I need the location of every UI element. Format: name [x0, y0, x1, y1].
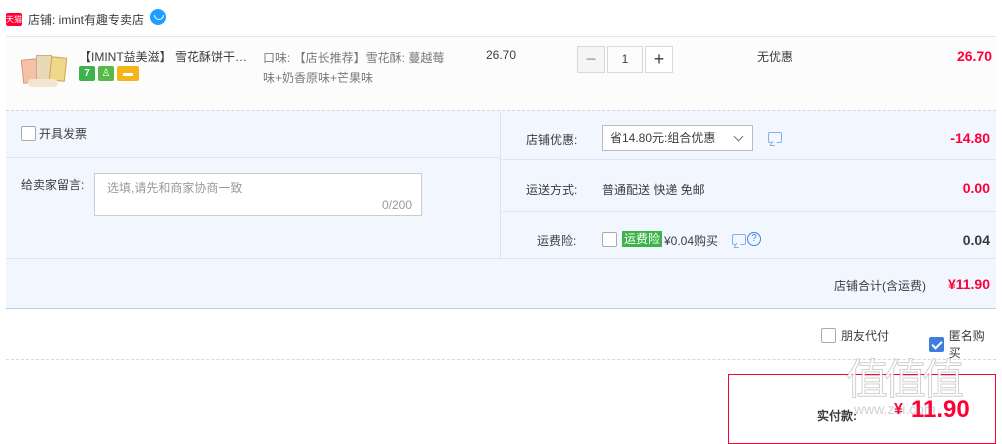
anonymous-option[interactable]: 匿名购买: [929, 327, 996, 361]
divider: [6, 258, 996, 259]
insurance-value: 0.04: [962, 232, 990, 248]
invoice-checkbox[interactable]: [21, 126, 36, 141]
increase-quantity-button[interactable]: +: [645, 46, 673, 73]
order-details-panel: 开具发票 给卖家留言: 选填,请先和商家协商一致 0/200 店铺优惠: 省14…: [6, 111, 996, 309]
insurance-label: 运费险:: [537, 234, 577, 248]
product-sku: 口味: 【店长推荐】雪花酥: 蔓越莓味+奶香原味+芒果味: [263, 51, 445, 85]
unit-price: 26.70: [486, 48, 517, 62]
comment-icon[interactable]: [732, 234, 746, 245]
divider: [500, 111, 501, 258]
item-discount: 无优惠: [757, 50, 794, 64]
shipping-label: 运送方式:: [526, 183, 578, 197]
invoice-label: 开具发票: [39, 127, 88, 141]
message-char-count: 0/200: [381, 198, 412, 212]
seller-message-input[interactable]: 选填,请先和商家协商一致 0/200: [94, 173, 422, 216]
shop-subtotal-value: ¥11.90: [947, 276, 990, 292]
seven-day-return-icon[interactable]: 7: [79, 66, 95, 81]
friend-pay-option[interactable]: 朋友代付: [821, 327, 889, 344]
payment-currency: ¥: [894, 401, 903, 418]
item-total-price: 26.70: [956, 48, 992, 64]
invoice-option[interactable]: 开具发票: [21, 125, 87, 142]
payment-label: 实付款:: [817, 409, 857, 423]
divider: [500, 159, 996, 160]
shop-header: 天猫 店铺: imint有趣专卖店: [6, 9, 167, 29]
message-placeholder: 选填,请先和商家协商一致: [107, 181, 243, 195]
shop-discount-select[interactable]: 省14.80元:组合优惠: [602, 125, 753, 151]
comment-icon[interactable]: [768, 132, 782, 143]
shop-discount-selected: 省14.80元:组合优惠: [610, 131, 716, 145]
decrease-quantity-button[interactable]: −: [577, 46, 605, 73]
help-icon[interactable]: ?: [747, 232, 761, 246]
shop-name-link[interactable]: 店铺: imint有趣专卖店: [28, 11, 144, 28]
order-item-row: 【IMINT益美滋】 雪花酥饼干… 7 ♙ ▬ 口味: 【店长推荐】雪花酥: 蔓…: [6, 36, 996, 111]
product-thumbnail[interactable]: [18, 51, 68, 91]
friend-pay-label: 朋友代付: [841, 329, 890, 343]
chevron-down-icon: [733, 131, 744, 142]
message-label: 给卖家留言:: [21, 178, 85, 192]
product-title-link[interactable]: 【IMINT益美滋】 雪花酥饼干…: [79, 48, 254, 65]
payment-summary: 实付款: ¥ 11.90: [728, 374, 996, 444]
shipping-method: 普通配送 快递 免邮: [602, 183, 705, 197]
consumer-protection-icon[interactable]: ♙: [98, 66, 114, 81]
insurance-price: ¥0.04购买: [664, 234, 719, 248]
shop-discount-label: 店铺优惠:: [526, 133, 578, 147]
divider: [500, 211, 996, 212]
anonymous-checkbox[interactable]: [929, 336, 944, 352]
payment-amount: 11.90: [911, 396, 970, 423]
credit-card-icon[interactable]: ▬: [117, 66, 139, 81]
wangwang-chat-icon[interactable]: [150, 9, 167, 25]
divider: [6, 157, 500, 158]
service-badges: 7 ♙ ▬: [79, 66, 139, 81]
friend-pay-checkbox[interactable]: [821, 328, 836, 343]
shop-discount-value: -14.80: [950, 130, 990, 146]
quantity-input[interactable]: 1: [607, 46, 643, 73]
tmall-logo-icon: 天猫: [6, 12, 22, 26]
quantity-stepper: − 1 +: [577, 46, 673, 73]
purchase-options: 朋友代付 匿名购买: [6, 310, 996, 360]
shop-subtotal-label: 店铺合计(含运费): [834, 279, 926, 293]
shipping-fee-value: 0.00: [962, 180, 990, 196]
anonymous-label: 匿名购买: [948, 329, 985, 360]
insurance-tag: 运费险: [622, 231, 663, 247]
insurance-checkbox[interactable]: [602, 232, 617, 247]
